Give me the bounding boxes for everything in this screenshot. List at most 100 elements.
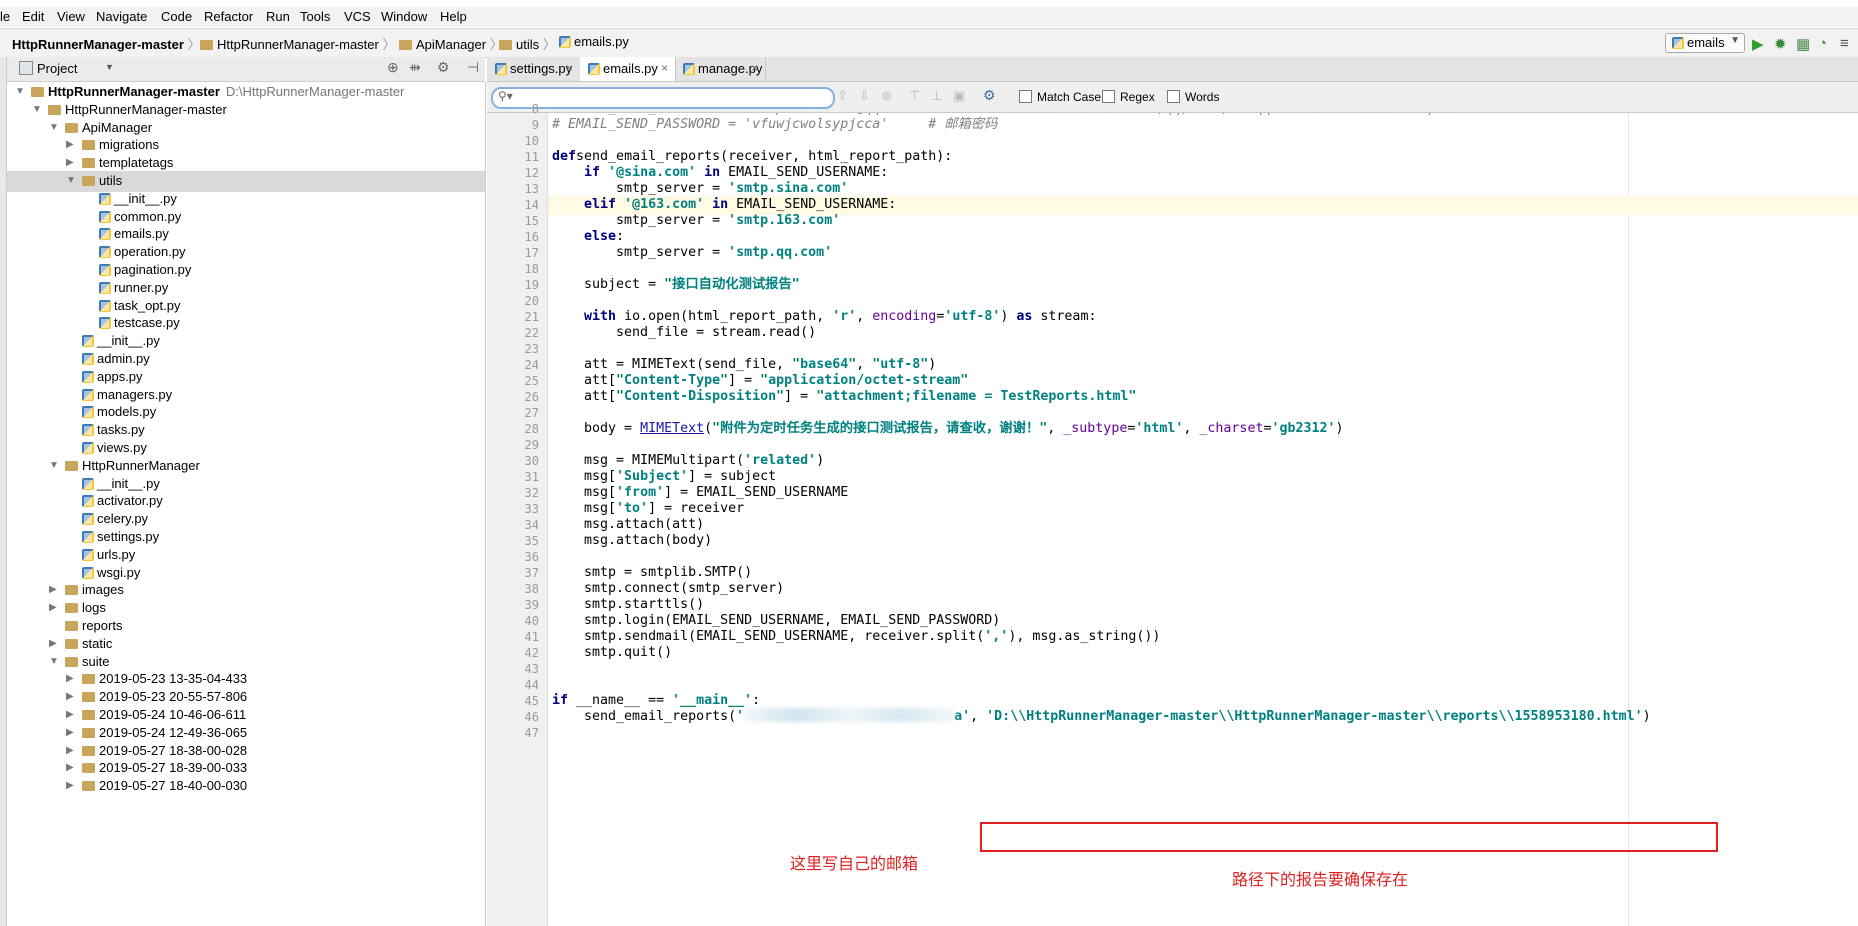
tree-item-label: celery.py bbox=[97, 511, 149, 527]
python-file-icon bbox=[82, 388, 94, 401]
code-token: '@sina.com' bbox=[608, 165, 697, 180]
line-number: 9 bbox=[531, 118, 539, 132]
code-token: 'html' bbox=[1135, 421, 1184, 436]
menu-item-view[interactable]: View bbox=[57, 9, 85, 24]
collapsed-arrow-icon[interactable]: ▶ bbox=[66, 673, 74, 684]
folder-icon bbox=[82, 710, 95, 720]
line-number: 20 bbox=[524, 294, 539, 308]
code-token: 'utf-8' bbox=[944, 309, 1001, 324]
line-number: 46 bbox=[524, 710, 539, 724]
add-selection-icon[interactable]: ⊤ bbox=[909, 88, 920, 104]
breadcrumb-item[interactable]: emails.py bbox=[559, 34, 629, 49]
remove-selection-icon[interactable]: ⊥ bbox=[931, 88, 942, 104]
prev-occurrence-icon[interactable]: ⇧ bbox=[837, 88, 848, 104]
code-token: msg.attach(att) bbox=[552, 517, 705, 532]
line-number: 26 bbox=[524, 390, 539, 404]
collapsed-arrow-icon[interactable]: ▶ bbox=[66, 727, 74, 738]
collapsed-arrow-icon[interactable]: ▶ bbox=[49, 584, 57, 595]
expanded-arrow-icon[interactable]: ▼ bbox=[49, 656, 59, 667]
menu-item-edit[interactable]: Edit bbox=[22, 9, 44, 24]
code-token: def bbox=[552, 149, 577, 164]
code-token: elif bbox=[584, 197, 617, 212]
more-icon[interactable]: ≡ bbox=[1840, 35, 1849, 52]
chevron-down-icon[interactable]: ▼ bbox=[105, 62, 114, 72]
chevron-down-icon[interactable]: ▼ bbox=[1730, 35, 1740, 46]
select-all-icon[interactable]: ▣ bbox=[953, 88, 965, 104]
folder-icon bbox=[65, 585, 78, 596]
find-all-icon[interactable]: ⊚ bbox=[881, 88, 892, 104]
collapsed-arrow-icon[interactable]: ▶ bbox=[49, 638, 57, 649]
next-occurrence-icon[interactable]: ⇩ bbox=[859, 88, 870, 104]
collapsed-arrow-icon[interactable]: ▶ bbox=[66, 745, 74, 756]
line-number: 21 bbox=[524, 310, 539, 324]
code-editor[interactable]: # EMAIL_SEND_USERNAME = 'oneperson1128@q… bbox=[548, 113, 1858, 926]
editor-tab[interactable]: emails.py × bbox=[580, 57, 676, 81]
collapsed-arrow-icon[interactable]: ▶ bbox=[49, 602, 57, 613]
line-number: 24 bbox=[524, 358, 539, 372]
regex-option[interactable]: Regex bbox=[1102, 90, 1155, 104]
expanded-arrow-icon[interactable]: ▼ bbox=[15, 86, 25, 97]
menu-item-help[interactable]: Help bbox=[440, 9, 467, 24]
filter-gear-icon[interactable]: ⚙ bbox=[983, 87, 996, 104]
collapsed-arrow-icon[interactable]: ▶ bbox=[66, 139, 74, 150]
breadcrumb-item[interactable]: utils 〉 bbox=[499, 34, 556, 53]
menu-item-le[interactable]: le bbox=[0, 9, 10, 24]
words-checkbox[interactable] bbox=[1167, 90, 1180, 103]
collapsed-arrow-icon[interactable]: ▶ bbox=[66, 762, 74, 773]
code-token: '__main__' bbox=[672, 693, 753, 708]
python-file-icon bbox=[99, 299, 111, 312]
hide-icon[interactable]: ⊣ bbox=[467, 59, 479, 76]
close-icon[interactable]: × bbox=[566, 61, 573, 75]
collapse-icon[interactable]: ⇻ bbox=[409, 59, 421, 76]
editor-tab[interactable]: manage.py × bbox=[675, 57, 766, 80]
match-case-option[interactable]: Match Case bbox=[1019, 90, 1101, 104]
match-case-checkbox[interactable] bbox=[1019, 90, 1032, 103]
profile-icon[interactable]: ◔ bbox=[1818, 35, 1827, 52]
menu-item-vcs[interactable]: VCS bbox=[344, 9, 371, 24]
collapsed-arrow-icon[interactable]: ▶ bbox=[66, 709, 74, 720]
run-icon[interactable]: ▶ bbox=[1752, 35, 1764, 53]
close-icon[interactable]: × bbox=[751, 61, 758, 75]
breadcrumb-item[interactable]: ApiManager 〉 bbox=[399, 34, 503, 53]
code-token: ] = bbox=[728, 373, 761, 388]
gear-icon[interactable]: ⚙ bbox=[437, 59, 450, 76]
code-token: with bbox=[584, 309, 617, 324]
menu-item-tools[interactable]: Tools bbox=[300, 9, 330, 24]
close-icon[interactable]: × bbox=[661, 61, 668, 75]
folder-icon bbox=[65, 621, 78, 631]
debug-icon[interactable]: ✹ bbox=[1774, 35, 1787, 53]
expanded-arrow-icon[interactable]: ▼ bbox=[49, 122, 59, 133]
code-token: "附件为定时任务生成的接口测试报告，请查收，谢谢！" bbox=[712, 421, 1048, 436]
expanded-arrow-icon[interactable]: ▼ bbox=[32, 104, 42, 115]
menu-item-window[interactable]: Window bbox=[381, 9, 427, 24]
search-input[interactable]: ⚲▾ bbox=[491, 87, 835, 109]
tree-folder-item[interactable]: ▶ 2019-05-27 18-40-00-030 bbox=[7, 776, 485, 797]
code-token: msg[ bbox=[552, 485, 617, 500]
collapsed-arrow-icon[interactable]: ▶ bbox=[66, 780, 74, 791]
regex-checkbox[interactable] bbox=[1102, 90, 1115, 103]
expanded-arrow-icon[interactable]: ▼ bbox=[66, 175, 76, 186]
menu-item-run[interactable]: Run bbox=[266, 9, 290, 24]
code-token: , bbox=[1047, 421, 1064, 436]
tree-item-label: 2019-05-24 12-49-36-065 bbox=[99, 724, 248, 740]
breadcrumb-item[interactable]: HttpRunnerManager-master 〉 bbox=[200, 34, 395, 53]
words-option[interactable]: Words bbox=[1167, 90, 1219, 104]
project-panel-title[interactable]: Project bbox=[37, 61, 77, 76]
tree-item-label: common.py bbox=[114, 208, 182, 224]
expanded-arrow-icon[interactable]: ▼ bbox=[49, 460, 59, 471]
tree-item-label: managers.py bbox=[97, 386, 173, 402]
menu-item-code[interactable]: Code bbox=[161, 9, 192, 24]
python-file-icon bbox=[82, 531, 94, 543]
menu-item-navigate[interactable]: Navigate bbox=[96, 9, 147, 24]
breadcrumb-item[interactable]: HttpRunnerManager-master 〉 bbox=[12, 34, 201, 53]
collapsed-arrow-icon[interactable]: ▶ bbox=[66, 157, 74, 168]
run-config-select[interactable]: emails ▼ bbox=[1665, 33, 1745, 53]
coverage-icon[interactable]: ▦ bbox=[1796, 35, 1810, 53]
collapsed-arrow-icon[interactable]: ▶ bbox=[66, 691, 74, 702]
editor-tab[interactable]: settings.py × bbox=[487, 57, 581, 80]
menu-item-refactor[interactable]: Refactor bbox=[204, 9, 253, 24]
python-file-icon bbox=[82, 477, 94, 490]
target-icon[interactable]: ⊕ bbox=[387, 59, 399, 76]
code-token: ) bbox=[928, 357, 937, 372]
code-token: smtp.sendmail(EMAIL_SEND_USERNAME, recei… bbox=[552, 629, 985, 644]
